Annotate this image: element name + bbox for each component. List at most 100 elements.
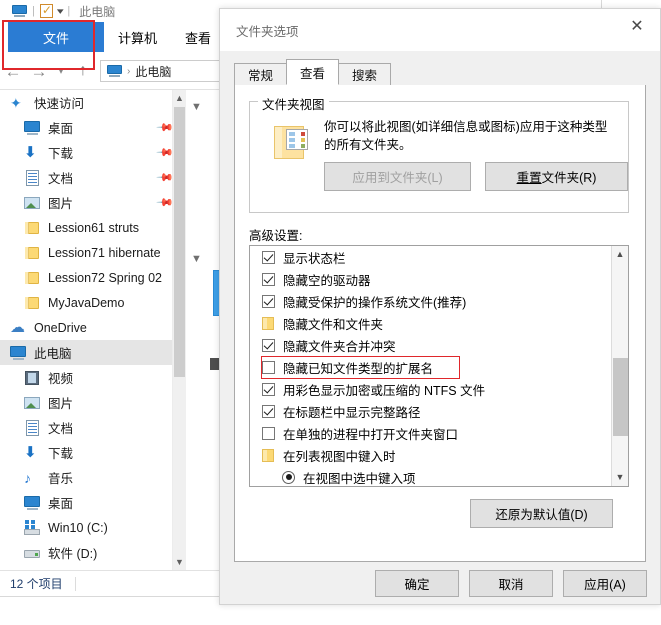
folder-shape-inner [275, 127, 282, 158]
toolbar-divider-2: | [67, 5, 71, 17]
sidebar-item-desktop-2[interactable]: 桌面 [0, 490, 186, 515]
drive-tile-icon[interactable] [210, 358, 219, 370]
navigation-pane-scrollbar[interactable]: ▲ ▼ [172, 90, 186, 570]
scrollbar-thumb[interactable] [613, 358, 628, 436]
sidebar-item-documents[interactable]: 文档 📌 [0, 165, 186, 190]
checkbox-checked-icon[interactable] [262, 250, 275, 264]
ribbon-tab-view[interactable]: 查看 [171, 22, 225, 52]
dialog-footer: 确定 取消 应用(A) [220, 562, 660, 604]
sidebar-item-lession71[interactable]: Lession71 hibernate [0, 240, 186, 265]
chevron-down-icon[interactable]: ▼ [191, 101, 202, 113]
checkbox-unchecked-icon[interactable] [262, 360, 275, 374]
setting-radio-row[interactable]: 在视图中选中键入项 [250, 466, 612, 486]
setting-row[interactable]: 隐藏空的驱动器 [250, 268, 612, 290]
reset-folders-button[interactable]: 重置 文件夹(R) [485, 162, 628, 191]
forward-arrow-icon[interactable]: → [26, 63, 52, 80]
sidebar-item-pictures-2[interactable]: 图片 [0, 390, 186, 415]
setting-row[interactable]: 隐藏受保护的操作系统文件(推荐) [250, 290, 612, 312]
setting-label: 在单独的进程中打开文件夹窗口 [283, 427, 459, 442]
setting-group-row[interactable]: 隐藏文件和文件夹 [250, 312, 612, 334]
ribbon-tab-computer[interactable]: 计算机 [104, 22, 171, 52]
sidebar-item-label: Lession61 struts [48, 220, 140, 235]
sidebar-item-documents-2[interactable]: 文档 [0, 415, 186, 440]
setting-row-hide-extensions[interactable]: 隐藏已知文件类型的扩展名 [250, 356, 612, 378]
this-pc-icon[interactable] [12, 5, 27, 17]
chevron-up-icon[interactable]: ▲ [612, 246, 628, 263]
properties-icon[interactable] [39, 3, 53, 18]
folder-icon [24, 245, 41, 261]
sidebar-item-desktop[interactable]: 桌面 📌 [0, 115, 186, 140]
checkbox-checked-icon[interactable] [262, 382, 275, 396]
sidebar-item-label: 桌面 [48, 122, 74, 136]
sidebar-item-win10-c[interactable]: Win10 (C:) [0, 515, 186, 540]
restore-defaults-button[interactable]: 还原为默认值(D) [470, 499, 613, 528]
tab-general[interactable]: 常规 [234, 63, 288, 85]
tab-search[interactable]: 搜索 [338, 63, 392, 85]
monitor-icon [24, 495, 41, 511]
chevron-down-icon[interactable]: ▼ [191, 253, 202, 265]
folder-icon [24, 295, 41, 311]
folder-icon [262, 316, 274, 330]
setting-label: 在标题栏中显示完整路径 [283, 405, 421, 420]
dialog-title-bar[interactable]: 文件夹选项 ✕ [220, 9, 660, 51]
sidebar-item-software-d[interactable]: 软件 (D:) [0, 540, 186, 565]
checkbox-checked-icon[interactable] [262, 294, 275, 308]
apply-to-folders-button[interactable]: 应用到文件夹(L) [324, 162, 471, 191]
close-icon[interactable]: ✕ [614, 9, 660, 41]
sidebar-item-this-pc[interactable]: 此电脑 [0, 340, 186, 365]
checkbox-unchecked-icon[interactable] [262, 426, 275, 440]
sidebar-item-label: 文档 [48, 422, 74, 436]
sidebar-item-downloads-2[interactable]: ⬇ 下载 [0, 440, 186, 465]
tab-view[interactable]: 查看 [286, 59, 340, 85]
breadcrumb-this-pc[interactable]: 此电脑 [135, 63, 171, 80]
setting-row[interactable]: 用彩色显示加密或压缩的 NTFS 文件 [250, 378, 612, 400]
sidebar-item-onedrive[interactable]: ☁ OneDrive [0, 315, 186, 340]
sidebar-item-music[interactable]: ♪ 音乐 [0, 465, 186, 490]
star-icon: ✦ [10, 94, 22, 111]
sidebar-item-quick-access[interactable]: ✦ 快速访问 [0, 90, 186, 115]
ribbon-tab-file[interactable]: 文件 [8, 22, 104, 52]
advanced-settings-list[interactable]: 显示状态栏 隐藏空的驱动器 隐藏受保护的操作系统文件(推荐) 隐藏文件和文件夹 [249, 245, 629, 487]
document-icon [24, 169, 41, 186]
setting-row[interactable]: 在标题栏中显示完整路径 [250, 400, 612, 422]
chevron-down-icon[interactable]: ▼ [612, 469, 628, 486]
sidebar-item-downloads[interactable]: ⬇ 下载 📌 [0, 140, 186, 165]
checkbox-checked-icon[interactable] [262, 338, 275, 352]
download-icon: ⬇ [24, 143, 37, 161]
checkbox-checked-icon[interactable] [262, 404, 275, 418]
folder-view-legend: 文件夹视图 [258, 94, 329, 113]
up-arrow-icon[interactable]: ↑ [70, 63, 96, 79]
back-arrow-icon[interactable]: ← [0, 63, 26, 80]
sidebar-item-label: 此电脑 [34, 347, 72, 361]
chevron-down-icon[interactable]: ▼ [173, 554, 186, 570]
chevron-down-icon[interactable]: ▾ [57, 6, 64, 17]
sidebar-item-label: 下载 [48, 147, 74, 161]
setting-label: 在视图中选中键入项 [303, 471, 416, 486]
setting-row[interactable]: 在单独的进程中打开文件夹窗口 [250, 422, 612, 444]
sidebar-item-lession72[interactable]: Lession72 Spring 02 [0, 265, 186, 290]
setting-group-row[interactable]: 在列表视图中键入时 [250, 444, 612, 466]
apply-button[interactable]: 应用(A) [563, 570, 647, 597]
scrollbar-thumb[interactable] [174, 107, 185, 377]
sidebar-item-label: Lession71 hibernate [48, 245, 161, 260]
radio-selected-icon[interactable] [282, 470, 295, 484]
chevron-up-icon[interactable]: ▲ [173, 90, 186, 106]
setting-label: 隐藏已知文件类型的扩展名 [283, 361, 434, 376]
cancel-button[interactable]: 取消 [469, 570, 553, 597]
sidebar-item-label: MyJavaDemo [48, 295, 125, 310]
ok-button[interactable]: 确定 [375, 570, 459, 597]
tab-panel-view: 文件夹视图 你可以将此视图(如详细信息或图标)应用于这种类型的所有文件夹。 应用… [234, 85, 646, 562]
recent-locations-icon[interactable]: ▾ [52, 65, 70, 77]
sidebar-item-pictures[interactable]: 图片 📌 [0, 190, 186, 215]
dialog-tab-strip: 常规 查看 搜索 [234, 59, 646, 86]
sidebar-item-label: 下载 [48, 447, 74, 461]
checkbox-checked-icon[interactable] [262, 272, 275, 286]
sidebar-item-lession61[interactable]: Lession61 struts [0, 215, 186, 240]
sidebar-item-myjavademo[interactable]: MyJavaDemo [0, 290, 186, 315]
folder-icon [24, 270, 41, 286]
advanced-list-scrollbar[interactable]: ▲ ▼ [611, 246, 628, 486]
setting-row[interactable]: 隐藏文件夹合并冲突 [250, 334, 612, 356]
sidebar-item-label: Win10 (C:) [48, 520, 108, 535]
sidebar-item-videos[interactable]: 视频 [0, 365, 186, 390]
setting-row[interactable]: 显示状态栏 [250, 246, 612, 268]
